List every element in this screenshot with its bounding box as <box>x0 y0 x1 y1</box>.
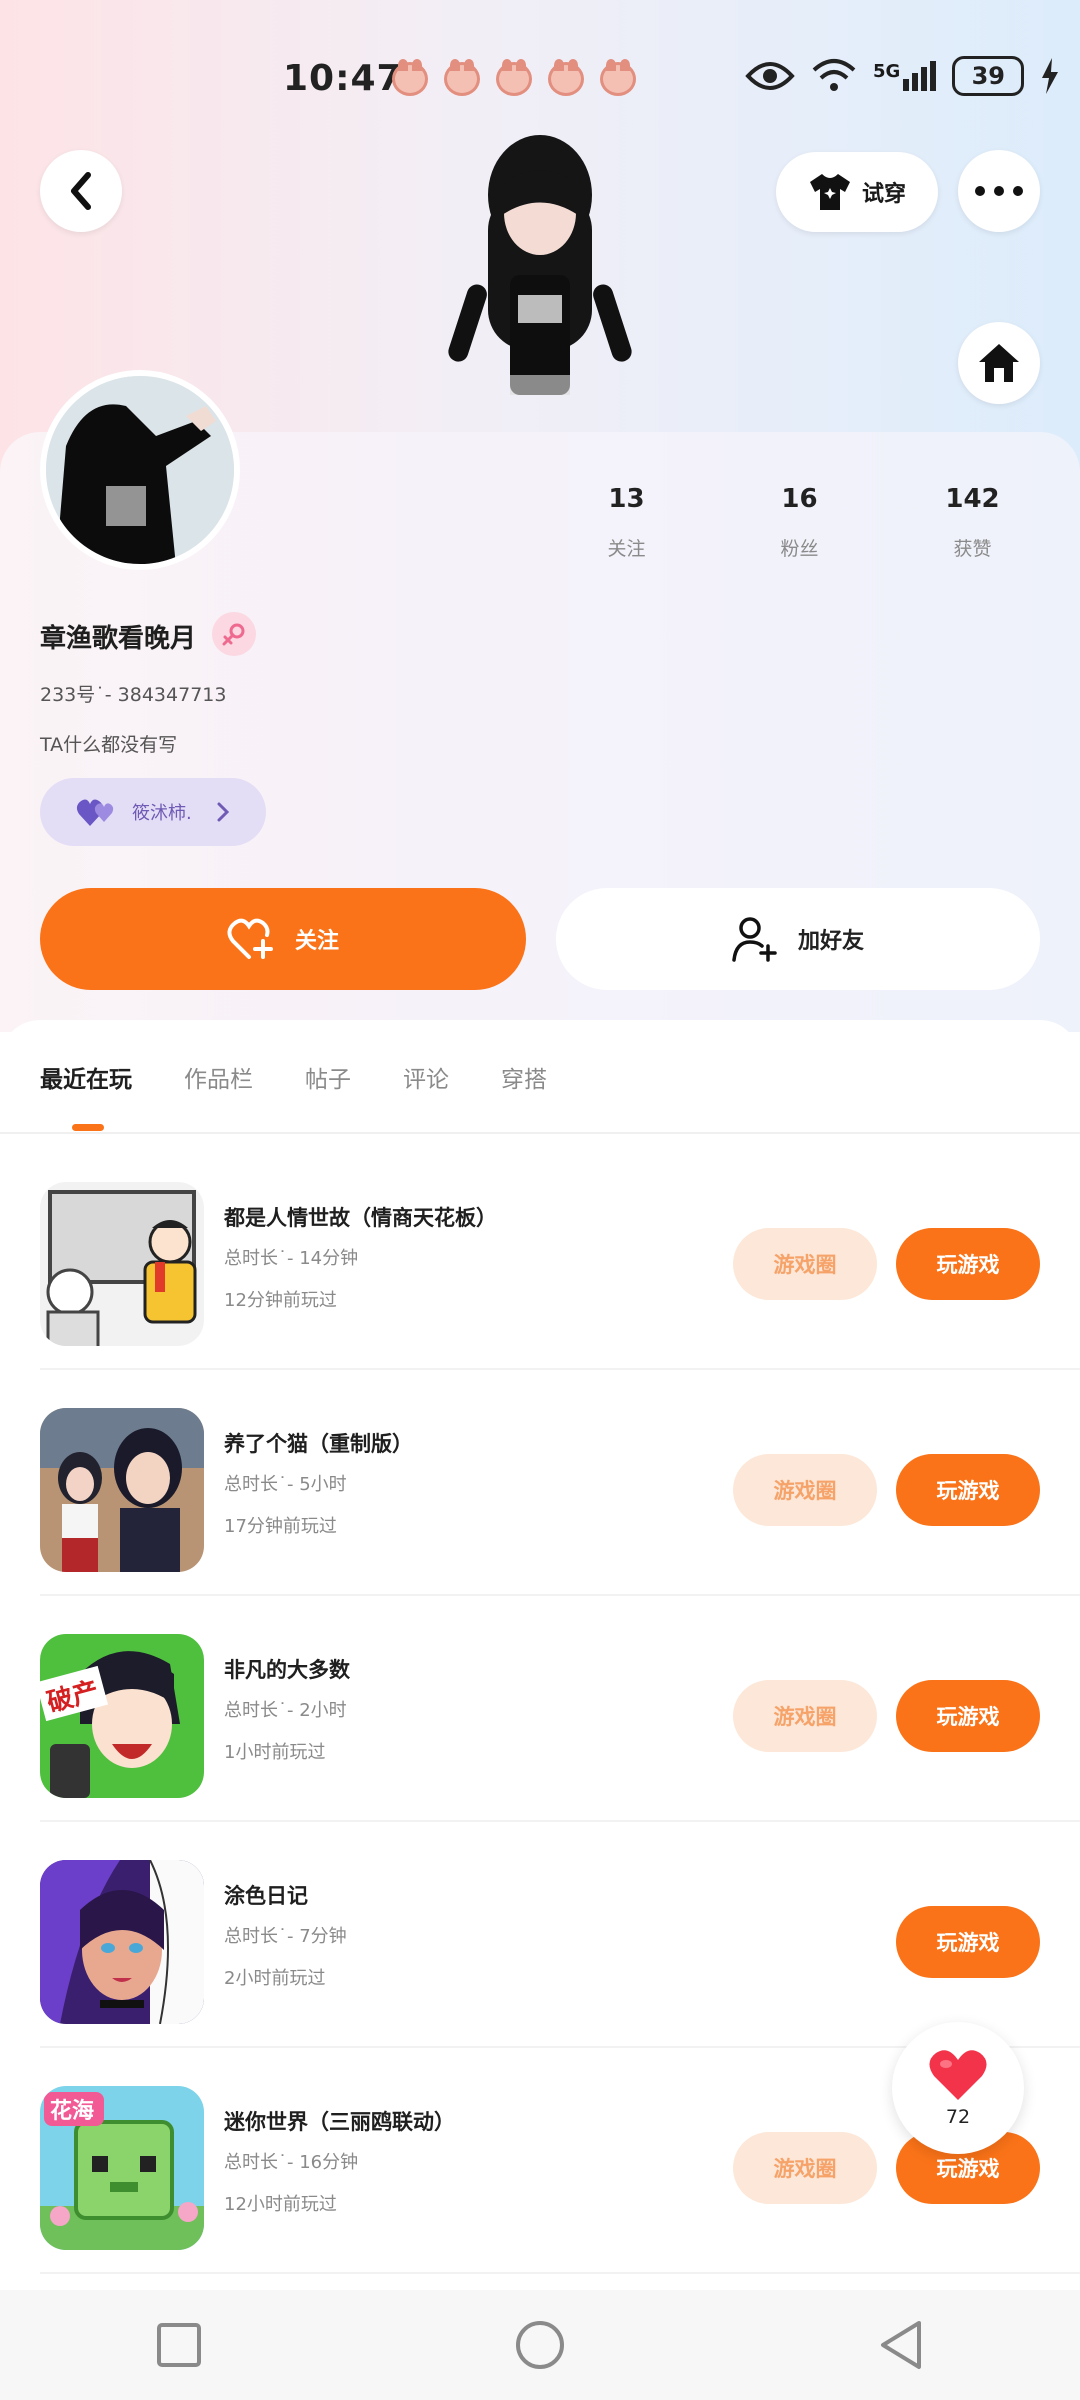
double-heart-icon <box>76 799 114 826</box>
stat-following[interactable]: 13 关注 <box>540 484 713 561</box>
game-last-played: 1小时前玩过 <box>224 1742 326 1763</box>
tab-outfits[interactable]: 穿搭 <box>501 1060 547 1094</box>
stat-label: 获赞 <box>953 538 992 560</box>
system-navigation-bar <box>0 2290 1080 2400</box>
back-nav-icon[interactable] <box>877 2319 925 2371</box>
game-duration: 总时长˙- 16分钟 <box>224 2152 359 2173</box>
game-thumb-label: 花海 <box>50 2098 94 2124</box>
tab-recently-played[interactable]: 最近在玩 <box>40 1060 132 1094</box>
tab-active-indicator <box>72 1124 104 1131</box>
game-thumbnail: 破产 <box>40 1634 204 1798</box>
heart-icon <box>929 2050 987 2100</box>
play-game-button[interactable]: 玩游戏 <box>896 1680 1040 1752</box>
game-thumbnail <box>40 1182 204 1346</box>
user-id: 233号˙- 384347713 <box>40 684 227 706</box>
stat-label: 粉丝 <box>780 538 819 560</box>
follow-label: 关注 <box>294 929 339 954</box>
pig-notification-icon <box>444 59 480 96</box>
tabs-divider <box>0 1132 1080 1134</box>
game-list-item[interactable]: 都是人情世故（情商天花板） 总时长˙- 14分钟 12分钟前玩过 游戏圈 玩游戏 <box>0 1144 1080 1370</box>
home-nav-icon[interactable] <box>514 2319 566 2371</box>
user-avatar[interactable] <box>40 370 240 570</box>
game-name: 非凡的大多数 <box>224 1658 350 1682</box>
more-dots-icon <box>975 186 1023 196</box>
profile-tabs: 最近在玩 作品栏 帖子 评论 穿搭 <box>40 1060 547 1094</box>
recent-apps-icon[interactable] <box>155 2321 203 2369</box>
tab-comments[interactable]: 评论 <box>403 1060 449 1094</box>
game-thumbnail: 花海 <box>40 2086 204 2250</box>
user-bio: TA什么都没有写 <box>40 734 178 756</box>
game-circle-button[interactable]: 游戏圈 <box>733 2132 877 2204</box>
heart-plus-icon <box>227 918 273 959</box>
chevron-right-icon <box>217 802 229 822</box>
back-button[interactable] <box>40 150 122 232</box>
stat-label: 关注 <box>607 538 646 560</box>
follow-button[interactable]: 关注 <box>40 888 526 990</box>
status-right: 5G 39 <box>745 56 1060 96</box>
game-duration: 总时长˙- 7分钟 <box>224 1926 347 1947</box>
add-friend-button[interactable]: 加好友 <box>556 888 1040 990</box>
pig-notification-icon <box>496 59 532 96</box>
game-thumbnail <box>40 1860 204 2024</box>
pig-notification-icon <box>392 59 428 96</box>
try-on-button[interactable]: 试穿 <box>776 152 938 232</box>
network-type: 5G <box>873 61 901 82</box>
status-bar: 10:47 5G 39 <box>0 50 1080 110</box>
game-list-item[interactable]: 养了个猫（重制版） 总时长˙- 5小时 17分钟前玩过 游戏圈 玩游戏 <box>0 1370 1080 1596</box>
tab-works[interactable]: 作品栏 <box>184 1060 253 1094</box>
signal-icon: 5G <box>873 61 937 91</box>
eye-icon <box>745 62 795 90</box>
game-last-played: 12小时前玩过 <box>224 2194 337 2215</box>
chevron-left-icon <box>71 172 91 210</box>
game-name: 都是人情世故（情商天花板） <box>224 1206 497 1230</box>
game-last-played: 12分钟前玩过 <box>224 1290 337 1311</box>
play-game-button[interactable]: 玩游戏 <box>896 1454 1040 1526</box>
wifi-icon <box>812 59 856 91</box>
home-icon <box>979 344 1019 382</box>
stat-value: 142 <box>945 484 1000 514</box>
notification-icons <box>392 59 636 96</box>
more-button[interactable] <box>958 150 1040 232</box>
game-duration: 总时长˙- 14分钟 <box>224 1248 359 1269</box>
home-button[interactable] <box>958 322 1040 404</box>
female-gender-icon <box>212 612 256 656</box>
stat-value: 13 <box>608 484 645 514</box>
game-name: 涂色日记 <box>224 1884 308 1908</box>
add-user-icon <box>732 917 777 962</box>
play-game-button[interactable]: 玩游戏 <box>896 1228 1040 1300</box>
battery-indicator: 39 <box>952 56 1025 96</box>
row-divider <box>40 2272 1080 2274</box>
game-thumbnail <box>40 1408 204 1572</box>
game-last-played: 2小时前玩过 <box>224 1968 326 1989</box>
like-count: 72 <box>945 2106 971 2128</box>
user-nickname: 章渔歌看晚月 <box>40 624 197 654</box>
try-on-label: 试穿 <box>861 182 906 207</box>
like-floating-button[interactable]: 72 <box>892 2022 1024 2154</box>
game-list-item[interactable]: 涂色日记 总时长˙- 7分钟 2小时前玩过 玩游戏 <box>0 1822 1080 2048</box>
charging-bolt-icon <box>1042 58 1059 94</box>
pig-notification-icon <box>600 59 636 96</box>
profile-stats: 13 关注 16 粉丝 142 获赞 <box>540 484 1080 561</box>
stat-followers[interactable]: 16 粉丝 <box>713 484 886 561</box>
game-last-played: 17分钟前玩过 <box>224 1516 337 1537</box>
stat-value: 16 <box>781 484 818 514</box>
game-circle-button[interactable]: 游戏圈 <box>733 1680 877 1752</box>
guardian-name: 筱沭柿. <box>132 803 192 824</box>
game-name: 迷你世界（三丽鸥联动） <box>224 2110 455 2134</box>
play-game-button[interactable]: 玩游戏 <box>896 1906 1040 1978</box>
tab-posts[interactable]: 帖子 <box>305 1060 351 1094</box>
game-duration: 总时长˙- 2小时 <box>224 1700 347 1721</box>
stat-likes[interactable]: 142 获赞 <box>886 484 1059 561</box>
avatar-3d-figure <box>440 135 640 435</box>
game-name: 养了个猫（重制版） <box>224 1432 413 1456</box>
game-list-item[interactable]: 破产 非凡的大多数 总时长˙- 2小时 1小时前玩过 游戏圈 玩游戏 <box>0 1596 1080 1822</box>
add-friend-label: 加好友 <box>797 929 864 954</box>
game-circle-button[interactable]: 游戏圈 <box>733 1228 877 1300</box>
status-time: 10:47 <box>283 58 403 99</box>
game-circle-button[interactable]: 游戏圈 <box>733 1454 877 1526</box>
guardian-badge[interactable]: 筱沭柿. <box>40 778 266 846</box>
pig-notification-icon <box>548 59 584 96</box>
tshirt-icon <box>809 174 850 210</box>
game-duration: 总时长˙- 5小时 <box>224 1474 347 1495</box>
